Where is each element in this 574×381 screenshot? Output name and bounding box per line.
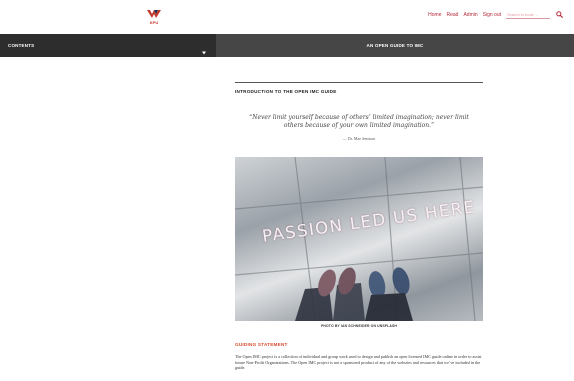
top-nav-links: Home Read Admin Sign out <box>428 10 564 19</box>
guiding-statement-heading: GUIDING STATEMENT <box>235 342 288 347</box>
nav-home-link[interactable]: Home <box>428 12 441 18</box>
section-heading: INTRODUCTION TO THE OPEN IMC GUIDE <box>235 89 337 94</box>
guiding-statement-body: The Open IMC project is a collection of … <box>235 354 482 371</box>
nav-admin-link[interactable]: Admin <box>463 12 477 18</box>
hero-photo: PASSION LED US HERE <box>235 157 483 321</box>
contents-label: CONTENTS <box>8 43 35 48</box>
caret-down-icon <box>201 43 207 55</box>
photo-caption: PHOTO BY IAN SCHNEIDER ON UNSPLASH <box>321 324 397 328</box>
kpu-logo-icon[interactable]: KPU <box>145 8 163 28</box>
section-divider <box>235 82 483 83</box>
contents-toggle[interactable]: CONTENTS <box>0 34 216 57</box>
search-input[interactable] <box>506 10 550 19</box>
quote-attribution: — Dr. Mae Jemison <box>342 136 376 141</box>
logo-text: KPU <box>149 20 159 25</box>
nav-read-link[interactable]: Read <box>447 12 459 18</box>
book-title: AN OPEN GUIDE TO IMC <box>366 43 424 48</box>
nav-sign-out-link[interactable]: Sign out <box>483 12 501 18</box>
main-content: INTRODUCTION TO THE OPEN IMC GUIDE “Neve… <box>235 82 483 371</box>
top-navigation-bar: KPU Home Read Admin Sign out <box>0 0 574 34</box>
search-icon[interactable] <box>555 10 564 19</box>
epigraph-quote: “Never limit yourself because of others’… <box>249 114 469 129</box>
book-title-bar: AN OPEN GUIDE TO IMC <box>216 34 574 57</box>
